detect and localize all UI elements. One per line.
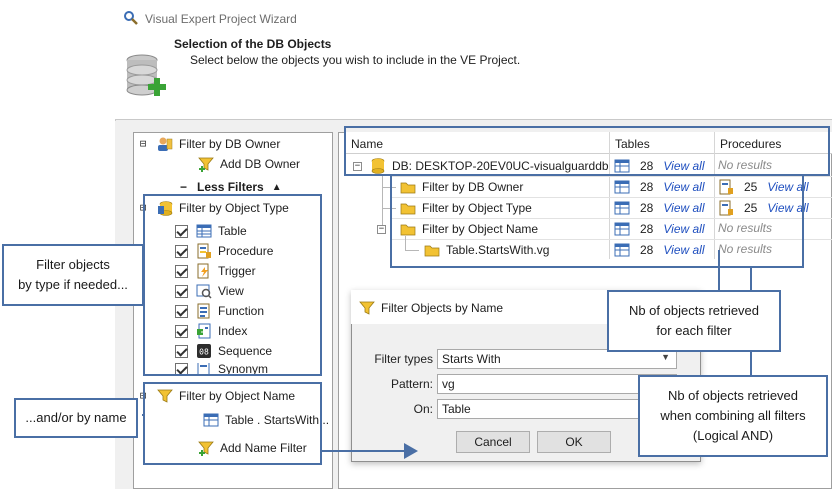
callout-by-name: ...and/or by name	[14, 398, 138, 438]
less-filters-label: Less Filters	[197, 180, 264, 194]
arrow-right-icon	[404, 443, 418, 459]
callout-connector	[142, 414, 144, 416]
less-filters-toggle[interactable]: − Less Filters ▲	[180, 180, 282, 194]
ok-button[interactable]: OK	[537, 431, 611, 453]
callout-filter-by-type: Filter objects by type if needed...	[2, 244, 144, 306]
chevron-down-icon: ▼	[661, 352, 670, 362]
add-filter-icon	[198, 157, 214, 172]
header-title: Selection of the DB Objects	[174, 37, 332, 51]
cancel-button[interactable]: Cancel	[456, 431, 530, 453]
highlight-filter-rows	[390, 174, 804, 268]
collapse-icon[interactable]: ⊟	[137, 138, 149, 149]
dialog-title-text: Filter Objects by Name	[381, 301, 504, 315]
highlight-db-row	[344, 126, 830, 176]
window-title: Visual Expert Project Wizard	[145, 12, 297, 26]
wizard-icon	[124, 11, 138, 25]
callout-connector	[322, 450, 412, 452]
filter-icon	[359, 301, 375, 315]
callout-combining-filters: Nb of objects retrieved when combining a…	[638, 375, 828, 457]
callout-each-filter: Nb of objects retrieved for each filter	[607, 290, 781, 352]
highlight-object-type	[143, 194, 322, 376]
header-subtitle: Select below the objects you wish to inc…	[190, 53, 521, 67]
up-arrow-icon: ▲	[271, 181, 282, 193]
add-db-owner-label: Add DB Owner	[220, 157, 301, 171]
database-add-icon	[126, 54, 166, 96]
add-db-owner-button[interactable]: Add DB Owner	[198, 156, 300, 172]
tree-node-db-owner[interactable]: ⊟ Filter by DB Owner	[137, 136, 280, 152]
on-label: On:	[413, 402, 433, 416]
tree-label: Filter by DB Owner	[179, 137, 281, 151]
filter-types-label: Filter types	[374, 352, 433, 366]
db-owner-icon	[158, 137, 173, 151]
filter-types-select[interactable]: Starts With ▼	[437, 349, 677, 369]
less-filters-prefix: −	[180, 180, 188, 194]
filter-types-value: Starts With	[442, 352, 501, 366]
highlight-object-name	[143, 382, 322, 465]
dialog-title: Filter Objects by Name	[359, 300, 503, 316]
callout-connector	[718, 250, 720, 290]
pattern-label: Pattern:	[390, 377, 433, 391]
collapse-icon[interactable]: −	[377, 224, 386, 234]
